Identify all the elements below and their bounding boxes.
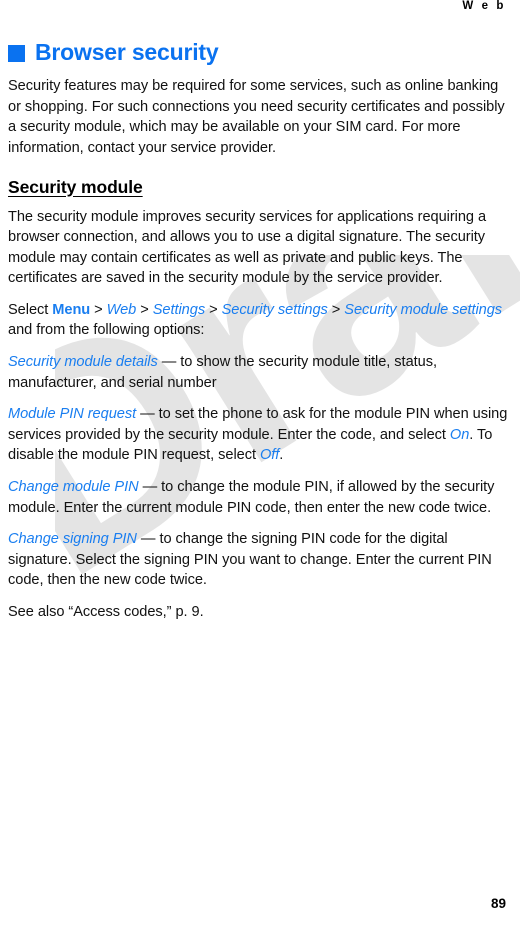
- option-change-signing-pin: Change signing PIN — to change the signi…: [8, 529, 512, 591]
- page-number: 89: [490, 896, 506, 911]
- option-change-module-pin: Change module PIN — to change the module…: [8, 477, 512, 518]
- section-heading-security-module: Security module: [8, 176, 143, 197]
- option-security-module-details: Security module details — to show the se…: [8, 352, 512, 393]
- option-term: Security module details: [8, 354, 158, 371]
- option-dash: —: [136, 531, 160, 548]
- nav-item-security-settings: Security settings: [221, 301, 328, 318]
- nav-item-settings: Settings: [152, 301, 206, 318]
- nav-item-web: Web: [106, 301, 137, 318]
- nav-separator-3: >: [205, 301, 222, 318]
- nav-separator-2: >: [136, 301, 153, 318]
- nav-item-security-module-settings: Security module settings: [344, 301, 503, 318]
- nav-trail-text: and from the following options:: [8, 322, 205, 339]
- option-dash: —: [157, 354, 181, 371]
- page-title: Browser security: [35, 39, 219, 65]
- cross-reference-paragraph: See also “Access codes,” p. 9.: [8, 604, 204, 621]
- option-description-part-3: .: [279, 447, 284, 464]
- option-term: Change module PIN: [8, 479, 139, 496]
- option-value-on: On: [449, 426, 470, 443]
- section-body-paragraph: The security module improves security se…: [8, 208, 487, 287]
- option-dash: —: [138, 479, 162, 496]
- nav-separator-1: >: [90, 301, 107, 318]
- nav-lead-text: Select: [8, 301, 53, 318]
- nav-item-menu: Menu: [52, 301, 91, 318]
- page-content: Browser security Security features may b…: [8, 40, 512, 634]
- option-module-pin-request: Module PIN request — to set the phone to…: [8, 404, 512, 466]
- nav-separator-4: >: [327, 301, 345, 318]
- chapter-heading: Browser security: [8, 40, 512, 64]
- navigation-path-paragraph: Select Menu > Web > Settings > Security …: [8, 300, 512, 341]
- square-bullet-icon: [8, 44, 25, 62]
- document-page: Draft W e b Browser security Security fe…: [0, 0, 520, 925]
- option-dash: —: [136, 406, 159, 423]
- chapter-intro-paragraph: Security features may be required for so…: [8, 78, 505, 156]
- option-term: Change signing PIN: [8, 531, 137, 548]
- option-value-off: Off: [259, 447, 280, 464]
- running-header: W e b: [462, 0, 506, 12]
- option-term: Module PIN request: [8, 406, 137, 423]
